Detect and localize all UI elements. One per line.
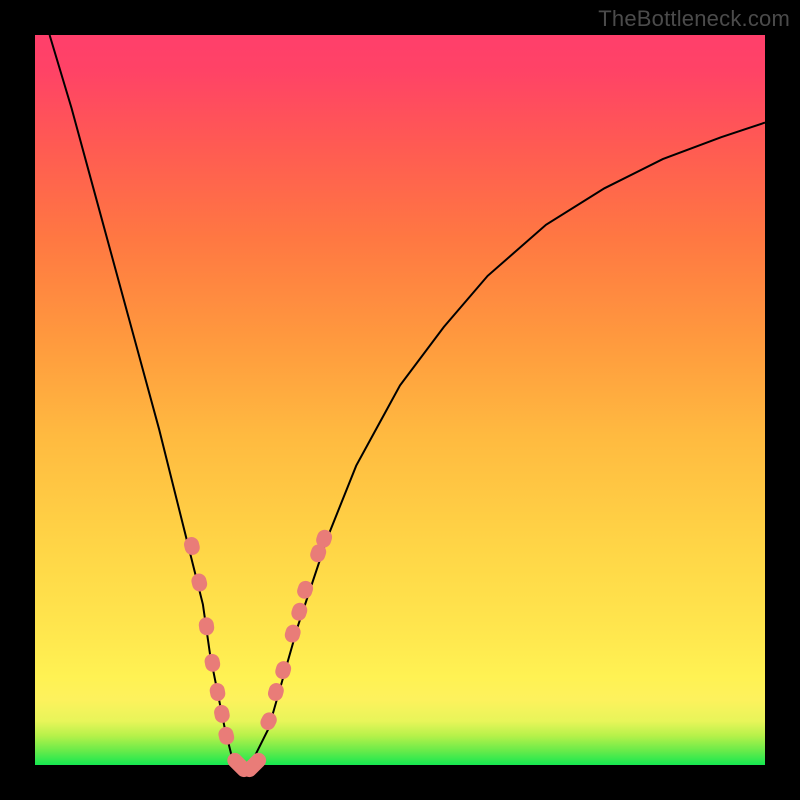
chart-svg: [35, 35, 765, 765]
data-marker: [208, 682, 226, 703]
data-marker: [289, 601, 309, 623]
bottleneck-curve: [50, 35, 765, 765]
data-marker: [266, 681, 285, 702]
data-marker: [203, 653, 221, 674]
plot-area: [35, 35, 765, 765]
data-marker: [190, 572, 209, 593]
watermark-text: TheBottleneck.com: [598, 6, 790, 32]
chart-frame: TheBottleneck.com: [0, 0, 800, 800]
data-marker: [198, 616, 215, 636]
data-marker: [283, 623, 302, 644]
data-marker: [258, 710, 279, 733]
data-marker: [213, 704, 231, 725]
data-marker: [182, 535, 201, 556]
data-marker: [217, 725, 236, 746]
marker-layer: [182, 528, 334, 780]
data-marker: [274, 659, 293, 680]
